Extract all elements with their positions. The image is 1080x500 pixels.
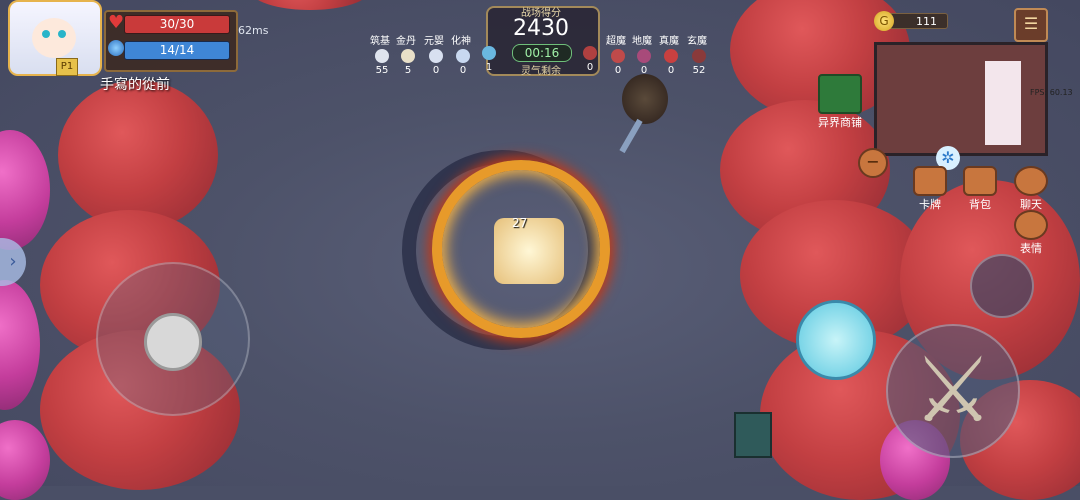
bag-button[interactable]: 背包 (962, 166, 998, 212)
sword-icon: ⚔ (912, 338, 994, 443)
faction-count: 0 (667, 65, 675, 76)
faction-counter: 筑基 55 (370, 32, 394, 76)
faction-counter: 化神 0 (451, 32, 475, 76)
damage-number: 27 (512, 216, 528, 230)
mp-bar: 14/14 (124, 41, 230, 60)
faction-icon (401, 49, 415, 63)
cards-icon (913, 166, 947, 196)
minimap[interactable] (874, 42, 1048, 156)
shop-label: 异界商铺 (818, 116, 862, 129)
faction-label: 筑基 (370, 36, 390, 47)
faction-count: 52 (692, 65, 706, 76)
faction-count: 1 (485, 62, 493, 73)
cards-button[interactable]: 卡牌 (912, 166, 948, 212)
player-character (494, 218, 564, 284)
collapse-button[interactable]: − (858, 148, 888, 178)
joystick-thumb[interactable] (144, 313, 202, 371)
faction-label: 金丹 (396, 36, 416, 47)
coin-icon: G (874, 11, 894, 31)
avatar-face (32, 18, 76, 58)
shop-icon (818, 74, 862, 114)
faction-counter: 元婴 0 (424, 32, 448, 76)
faction-count: 5 (404, 65, 412, 76)
player-badge: P1 (56, 58, 78, 76)
avatar-eye (42, 30, 50, 38)
faction-count: 0 (586, 62, 594, 73)
player-name: 手寫的從前 (100, 77, 170, 93)
faction-counter: 真魔 0 (659, 32, 683, 76)
enemy-character (622, 74, 668, 124)
hp-bar: 30/30 (124, 15, 230, 34)
menu-button[interactable]: ☰ (1014, 8, 1048, 42)
chevron-right-icon: › (9, 251, 17, 272)
coin-counter: 111 (888, 13, 948, 29)
faction-count: 0 (459, 65, 467, 76)
character-skill-button[interactable] (796, 300, 876, 380)
skill-button[interactable] (970, 254, 1034, 318)
minus-icon: − (866, 152, 880, 171)
faction-label: 化神 (451, 36, 471, 47)
timer: 00:16 (512, 44, 572, 62)
faction-icon (637, 49, 651, 63)
emote-button[interactable]: 表情 (1013, 210, 1049, 256)
red-tree (58, 80, 218, 230)
faction-counter: 金丹 5 (396, 32, 420, 76)
faction-counter: 地魔 0 (632, 32, 656, 76)
chat-button[interactable]: 聊天 (1013, 166, 1049, 212)
faction-counter: 0 (578, 32, 602, 73)
emote-label: 表情 (1020, 242, 1042, 255)
faction-count: 55 (375, 65, 389, 76)
faction-icon (692, 49, 706, 63)
fps-readout: FPS: 60.13 (1030, 88, 1073, 97)
swirl-icon: ✲ (941, 148, 955, 167)
faction-icon (482, 46, 496, 60)
ping-readout: 62ms (238, 24, 269, 37)
shop-button[interactable]: 异界商铺 (808, 74, 872, 130)
cards-label: 卡牌 (919, 198, 941, 211)
faction-label: 玄魔 (687, 36, 707, 47)
player-avatar[interactable] (8, 0, 102, 76)
heart-icon: ♥ (108, 12, 125, 33)
faction-icon (375, 49, 389, 63)
faction-counter: 超魔 0 (606, 32, 630, 76)
faction-count: 0 (614, 65, 622, 76)
minimap-revealed-area (985, 61, 1021, 145)
faction-label: 超魔 (606, 36, 626, 47)
avatar-eye (58, 30, 66, 38)
faction-icon (583, 46, 597, 60)
emote-icon (1014, 210, 1048, 240)
faction-counter: 1 (477, 32, 501, 73)
faction-icon (456, 49, 470, 63)
menu-icon: ☰ (1023, 14, 1039, 33)
attack-button[interactable]: ⚔ (886, 324, 1020, 458)
faction-icon (664, 49, 678, 63)
faction-label: 元婴 (424, 36, 444, 47)
faction-icon (611, 49, 625, 63)
faction-counter: 玄魔 52 (687, 32, 711, 76)
faction-label: 地魔 (632, 36, 652, 47)
faction-count: 0 (640, 65, 648, 76)
chat-icon (1014, 166, 1048, 196)
faction-count: 0 (432, 65, 440, 76)
qi-remaining-label: 灵气剩余 (521, 66, 561, 77)
bag-icon (963, 166, 997, 196)
mana-gem-icon (108, 40, 124, 56)
faction-icon (429, 49, 443, 63)
npc-portrait[interactable] (734, 412, 772, 458)
faction-label: 真魔 (659, 36, 679, 47)
bag-label: 背包 (969, 198, 991, 211)
